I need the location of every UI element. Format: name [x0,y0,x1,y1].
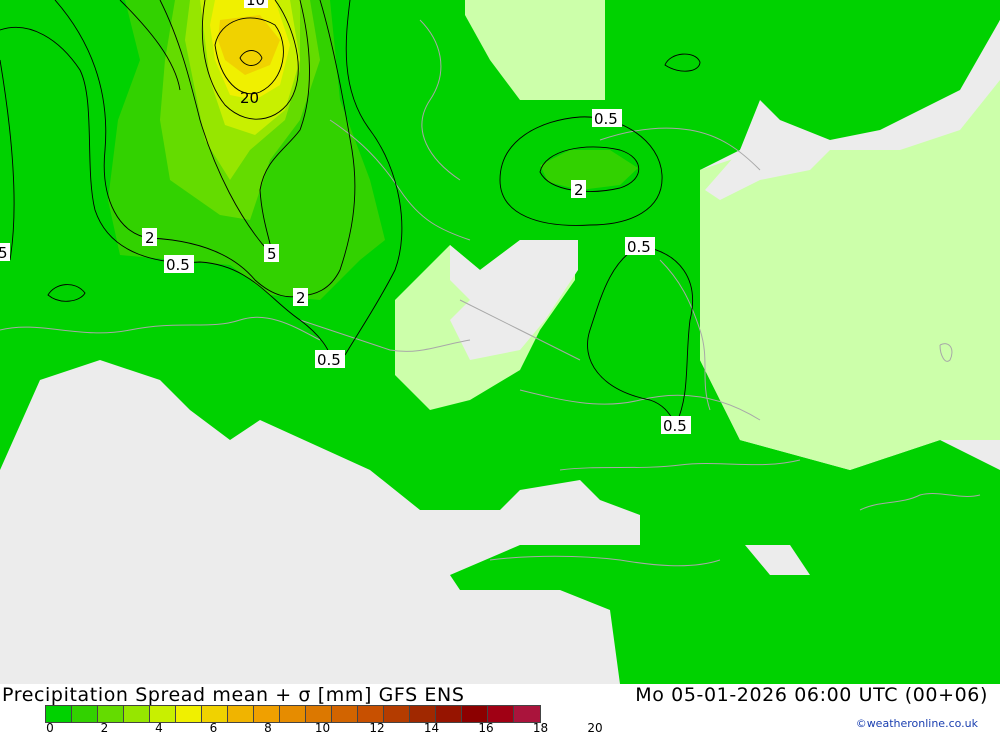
svg-text:2: 2 [574,181,584,199]
legend-swatch [150,706,176,722]
legend-swatch [384,706,410,722]
contour-label-10: 10 [244,0,268,9]
svg-text:2: 2 [296,289,306,307]
svg-text:0.5: 0.5 [627,238,651,256]
svg-text:5: 5 [267,245,277,263]
map-title: Precipitation Spread mean + σ [mm] GFS E… [2,684,465,706]
contour-label-0.5-southeast: 0.5 [661,416,691,435]
legend-swatch [488,706,514,722]
svg-text:0.5: 0.5 [594,110,618,128]
contour-label-0.5-northeast: 0.5 [592,109,622,128]
legend-swatch [358,706,384,722]
contour-label-0.5-west: 0.5 [164,255,194,274]
map-area: 10 20 2 5 0.5 2 0.5 0.5 2 0.5 0.5 5 [0,0,1000,684]
contour-label-0.5-east: 0.5 [625,237,655,256]
legend-swatch [124,706,150,722]
legend-swatch [72,706,98,722]
legend-swatch [202,706,228,722]
legend-swatch [410,706,436,722]
svg-text:5: 5 [0,244,8,262]
footer: Precipitation Spread mean + σ [mm] GFS E… [0,684,1000,735]
legend-swatch [228,706,254,722]
legend-swatch [280,706,306,722]
legend-swatch [332,706,358,722]
legend-swatch [436,706,462,722]
map-datetime: Mo 05-01-2026 06:00 UTC (00+06) [635,684,988,706]
legend-swatch [46,706,72,722]
legend-swatch [98,706,124,722]
credit-link[interactable]: ©weatheronline.co.uk [856,717,978,730]
svg-text:0.5: 0.5 [317,351,341,369]
svg-text:2: 2 [145,229,155,247]
legend-swatch [306,706,332,722]
contour-label-2-east: 2 [571,180,586,199]
contour-label-20: 20 [240,89,259,107]
contour-label-5-edge: 5 [0,243,10,262]
contour-label-2-south: 2 [293,288,308,307]
contour-label-0.5-south: 0.5 [315,350,345,369]
legend-swatch [462,706,488,722]
svg-text:0.5: 0.5 [663,417,687,435]
svg-text:0.5: 0.5 [166,256,190,274]
legend-swatch [514,706,540,722]
precipitation-map: 10 20 2 5 0.5 2 0.5 0.5 2 0.5 0.5 5 [0,0,1000,684]
legend-swatch [254,706,280,722]
legend-swatch [176,706,202,722]
svg-text:10: 10 [246,0,265,9]
contour-label-5-west: 5 [264,244,279,263]
contour-label-2-west: 2 [142,228,157,247]
svg-text:20: 20 [240,89,259,107]
